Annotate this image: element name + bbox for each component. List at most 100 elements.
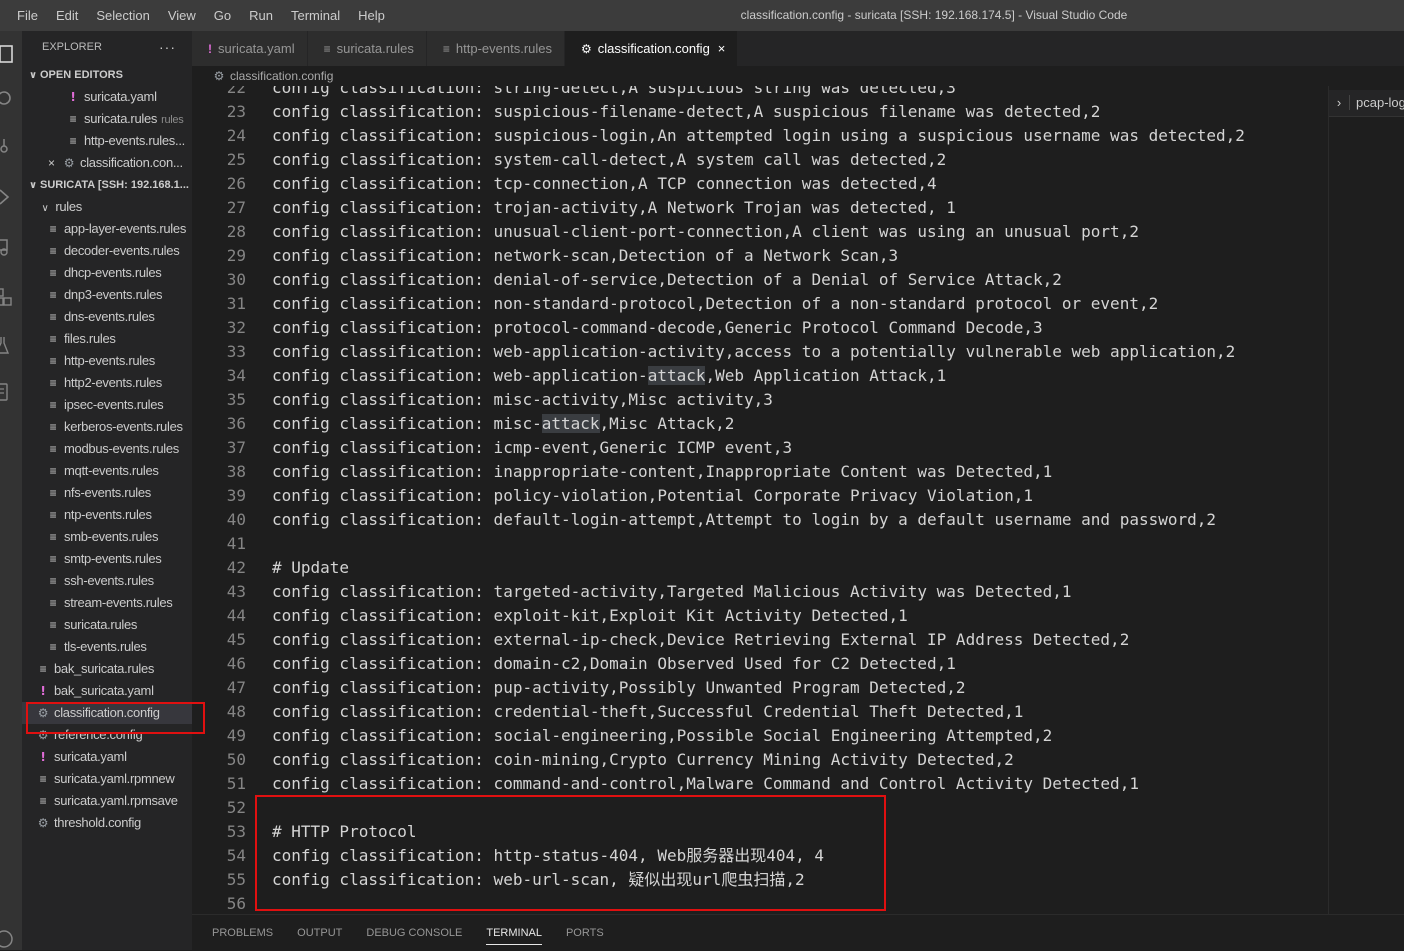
breadcrumb[interactable]: ⚙ classification.config bbox=[192, 66, 1404, 86]
file-item[interactable]: ≡ kerberos-events.rules bbox=[22, 416, 192, 438]
rules-file-icon: ≡ bbox=[49, 552, 57, 566]
close-icon[interactable]: × bbox=[718, 41, 726, 56]
menu-item-run[interactable]: Run bbox=[240, 0, 282, 31]
line-text: config classification: targeted-activity… bbox=[272, 580, 1072, 604]
file-item[interactable]: ≡ decoder-events.rules bbox=[22, 240, 192, 262]
menu-item-terminal[interactable]: Terminal bbox=[282, 0, 349, 31]
panel-tab-output[interactable]: OUTPUT bbox=[297, 915, 342, 951]
file-item[interactable]: ≡ app-layer-events.rules bbox=[22, 218, 192, 240]
gear-icon: ⚙ bbox=[37, 728, 49, 742]
file-item[interactable]: ≡ ipsec-events.rules bbox=[22, 394, 192, 416]
gear-icon: ⚙ bbox=[63, 156, 75, 170]
line-number: 46 bbox=[226, 654, 246, 673]
file-item[interactable]: ≡ nfs-events.rules bbox=[22, 482, 192, 504]
file-item[interactable]: ≡ smtp-events.rules bbox=[22, 548, 192, 570]
line-number: 49 bbox=[226, 726, 246, 745]
code-line: 46 config classification: domain-c2,Domai… bbox=[192, 652, 1328, 676]
menu-item-selection[interactable]: Selection bbox=[87, 0, 158, 31]
open-editor-item[interactable]: × ⚙ classification.con... bbox=[22, 152, 192, 174]
file-item[interactable]: ! bak_suricata.yaml bbox=[22, 680, 192, 702]
line-text-part: config classification: system-call-detec… bbox=[272, 150, 947, 169]
file-item[interactable]: ⚙ classification.config bbox=[22, 702, 192, 724]
file-item[interactable]: ≡ ntp-events.rules bbox=[22, 504, 192, 526]
file-item[interactable]: ≡ dnp3-events.rules bbox=[22, 284, 192, 306]
file-item[interactable]: ≡ suricata.yaml.rpmnew bbox=[22, 768, 192, 790]
code-lines: 22 config classification: string-detect,A… bbox=[192, 86, 1328, 914]
chevron-right-icon[interactable]: › bbox=[1329, 90, 1349, 116]
panel-tab-bar: PROBLEMS OUTPUT DEBUG CONSOLE TERMINAL PORTS bbox=[192, 914, 1404, 951]
open-editor-item[interactable]: ≡ http-events.rules... bbox=[22, 130, 192, 152]
panel-tab-problems[interactable]: PROBLEMS bbox=[212, 915, 273, 951]
file-item[interactable]: ≡ http-events.rules bbox=[22, 350, 192, 372]
file-item[interactable]: ≡ ssh-events.rules bbox=[22, 570, 192, 592]
line-text-part: config classification: suspicious-filena… bbox=[272, 102, 1101, 121]
open-editors-header[interactable]: ∨ OPEN EDITORS bbox=[22, 64, 192, 86]
file-item[interactable]: ⚙ reference.config bbox=[22, 724, 192, 746]
testing-icon[interactable] bbox=[0, 329, 22, 357]
file-item[interactable]: ! suricata.yaml bbox=[22, 746, 192, 768]
rules-file-icon: ≡ bbox=[49, 266, 57, 280]
menu-item-edit[interactable]: Edit bbox=[47, 0, 87, 31]
menu-item-help[interactable]: Help bbox=[349, 0, 394, 31]
menu-item-view[interactable]: View bbox=[159, 0, 205, 31]
code-line: 27 config classification: trojan-activity… bbox=[192, 196, 1328, 220]
chevron-down-icon: ∨ bbox=[28, 180, 38, 191]
line-number: 22 bbox=[226, 86, 246, 97]
file-item[interactable]: ⚙ threshold.config bbox=[22, 812, 192, 834]
file-item[interactable]: ≡ suricata.rules bbox=[22, 614, 192, 636]
account-icon[interactable] bbox=[0, 921, 22, 949]
file-item[interactable]: ≡ modbus-events.rules bbox=[22, 438, 192, 460]
line-text-part: config classification: credential-theft,… bbox=[272, 702, 1024, 721]
panel-tab-ports[interactable]: PORTS bbox=[566, 915, 604, 951]
tab-suricata-rules[interactable]: ≡ suricata.rules bbox=[307, 31, 427, 66]
file-item[interactable]: ≡ files.rules bbox=[22, 328, 192, 350]
run-debug-icon[interactable] bbox=[0, 181, 22, 209]
file-item[interactable]: ≡ bak_suricata.rules bbox=[22, 658, 192, 680]
line-text: config classification: coin-mining,Crypt… bbox=[272, 748, 1014, 772]
line-number: 31 bbox=[226, 294, 246, 313]
file-item[interactable]: ≡ dhcp-events.rules bbox=[22, 262, 192, 284]
source-control-icon[interactable] bbox=[0, 131, 22, 159]
more-actions-icon[interactable]: ··· bbox=[159, 31, 176, 64]
code-line: 32 config classification: protocol-comman… bbox=[192, 316, 1328, 340]
pcap-log-tab[interactable]: › pcap-log bbox=[1329, 90, 1404, 117]
tab-classification-config[interactable]: ⚙ classification.config × bbox=[565, 31, 739, 66]
remote-explorer-icon[interactable] bbox=[0, 231, 22, 259]
menu-item-go[interactable]: Go bbox=[205, 0, 240, 31]
open-editor-item[interactable]: ≡ suricata.rules rules bbox=[22, 108, 192, 130]
open-editor-item[interactable]: ! suricata.yaml bbox=[22, 86, 192, 108]
tab-suricata-yaml[interactable]: ! suricata.yaml bbox=[192, 31, 308, 66]
docker-icon[interactable] bbox=[0, 376, 22, 404]
search-icon[interactable] bbox=[0, 83, 22, 111]
folder-rules[interactable]: ∨ rules bbox=[22, 196, 192, 218]
file-item[interactable]: ≡ tls-events.rules bbox=[22, 636, 192, 658]
explorer-icon[interactable] bbox=[0, 39, 22, 67]
extensions-icon[interactable] bbox=[0, 281, 22, 309]
line-text-part: config classification: exploit-kit,Explo… bbox=[272, 606, 908, 625]
line-number: 35 bbox=[226, 390, 246, 409]
line-number: 32 bbox=[226, 318, 246, 337]
menu-item-file[interactable]: File bbox=[8, 0, 47, 31]
line-text-part: config classification: inappropriate-con… bbox=[272, 462, 1053, 481]
line-number: 25 bbox=[226, 150, 246, 169]
file-item[interactable]: ≡ mqtt-events.rules bbox=[22, 460, 192, 482]
file-item[interactable]: ≡ stream-events.rules bbox=[22, 592, 192, 614]
panel-tab-terminal[interactable]: TERMINAL bbox=[486, 915, 542, 951]
file-description: rules bbox=[161, 114, 184, 126]
panel-tab-debug-console[interactable]: DEBUG CONSOLE bbox=[366, 915, 462, 951]
line-number: 50 bbox=[226, 750, 246, 769]
close-icon[interactable]: × bbox=[48, 152, 62, 174]
file-item[interactable]: ≡ suricata.yaml.rpmsave bbox=[22, 790, 192, 812]
line-text: config classification: tcp-connection,A … bbox=[272, 172, 937, 196]
line-number: 45 bbox=[226, 630, 246, 649]
file-item[interactable]: ≡ smb-events.rules bbox=[22, 526, 192, 548]
workspace-header[interactable]: ∨ SURICATA [SSH: 192.168.1... bbox=[22, 174, 192, 196]
file-name: dns-events.rules bbox=[64, 309, 155, 324]
yaml-file-icon: ! bbox=[40, 750, 46, 764]
file-item[interactable]: ≡ dns-events.rules bbox=[22, 306, 192, 328]
file-item[interactable]: ≡ http2-events.rules bbox=[22, 372, 192, 394]
code-line: 34 config classification: web-application… bbox=[192, 364, 1328, 388]
tab-http-events-rules[interactable]: ≡ http-events.rules bbox=[426, 31, 566, 66]
line-text: config classification: suspicious-login,… bbox=[272, 124, 1245, 148]
code-editor[interactable]: 22 config classification: string-detect,A… bbox=[192, 86, 1328, 914]
